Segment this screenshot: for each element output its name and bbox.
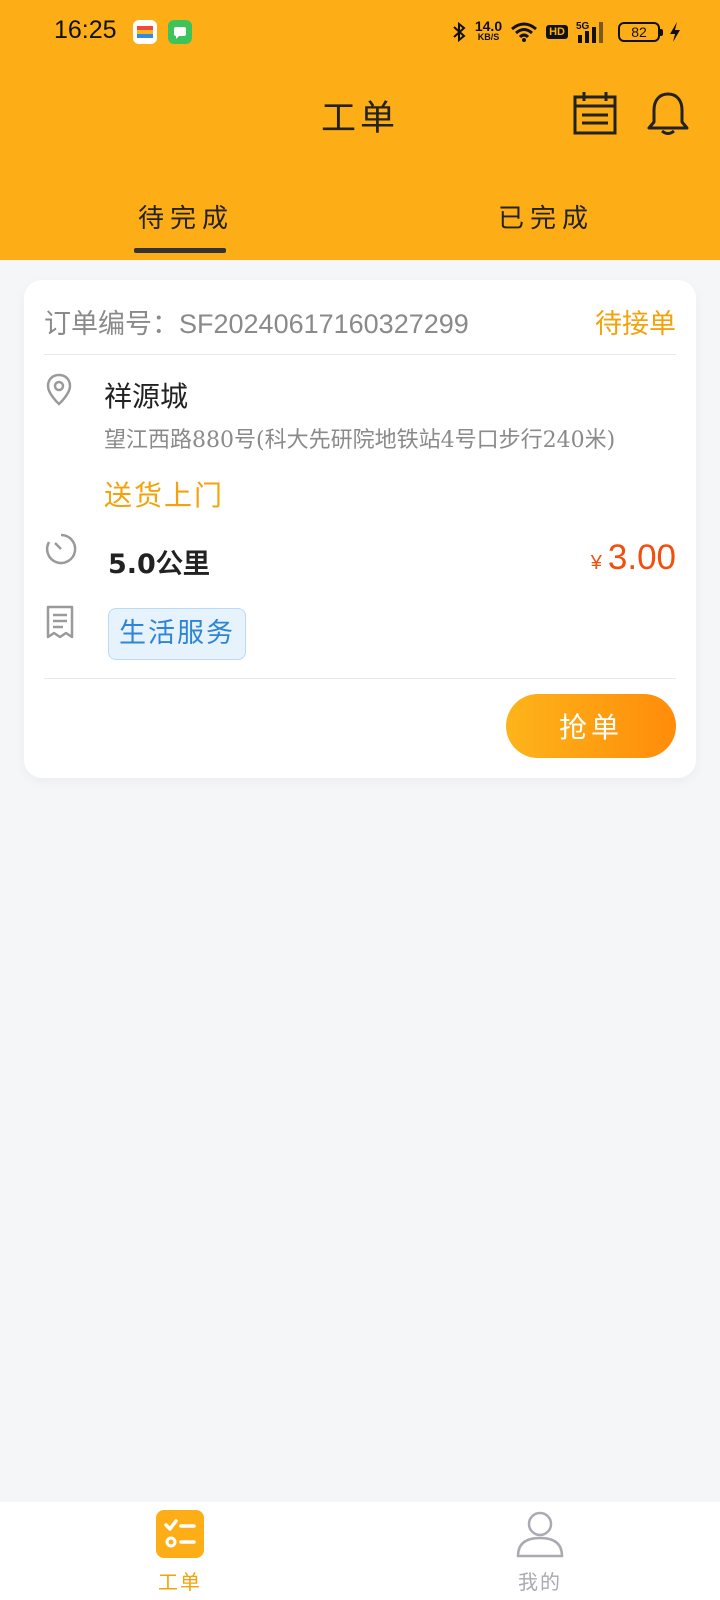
svg-text:5G: 5G [576,21,590,32]
order-status: 待接单 [595,309,676,340]
tab-pending[interactable]: 待完成 [138,198,234,235]
address: 望江西路880号(科大先研院地铁站4号口步行240米) [104,428,616,453]
delivery-type: 送货上门 [104,479,225,512]
message-app-icon [168,20,192,44]
status-tabs: 待完成 已完成 [0,180,720,260]
bluetooth-icon [453,21,466,43]
app-header: 16:25 14.0 KB/S HD 5G 82 工单 待完成 已完成 [0,0,720,260]
service-category-tag: 生活服务 [108,608,246,660]
battery-indicator: 82 [618,22,663,42]
price: ¥3.00 [591,538,676,578]
price-currency: ¥ [590,552,602,574]
cellular-signal-icon: 5G [576,21,603,43]
wifi-icon [511,22,538,42]
card-divider-bottom [44,678,676,679]
nav-label-profile: 我的 [518,1570,562,1594]
charging-icon [670,22,680,42]
distance: 5.0公里 [108,549,210,580]
hd-badge: HD [546,25,568,39]
card-divider-top [44,354,676,355]
active-tab-indicator [134,248,226,253]
nav-label-orders: 工单 [158,1570,202,1594]
notification-app-icon [133,20,157,44]
task-list-icon [156,1510,204,1562]
order-number-label: 订单编号： [44,309,179,340]
bottom-nav: 工单 我的 [0,1502,720,1600]
receipt-icon [44,604,76,644]
timer-icon [44,532,78,570]
nav-item-orders[interactable]: 工单 [120,1510,240,1595]
order-card[interactable]: 订单编号：SF20240617160327299 待接单 祥源城 望江西路880… [24,280,696,778]
order-number: 订单编号：SF20240617160327299 [44,302,469,341]
user-icon [515,1511,565,1562]
price-value: 3.00 [607,538,676,577]
calendar-list-icon[interactable] [572,90,618,140]
place-name: 祥源城 [104,380,189,413]
nav-item-profile[interactable]: 我的 [480,1510,600,1595]
location-pin-icon [44,372,74,412]
status-bar: 16:25 14.0 KB/S HD 5G 82 [0,0,720,64]
tab-completed[interactable]: 已完成 [498,198,594,235]
status-time: 16:25 [54,16,117,44]
grab-order-button[interactable]: 抢单 [506,694,676,758]
bell-icon[interactable] [646,90,690,140]
order-number-value: SF20240617160327299 [179,309,469,339]
status-indicators: 14.0 KB/S HD 5G 82 [451,16,682,48]
network-speed: 14.0 KB/S [474,18,503,42]
